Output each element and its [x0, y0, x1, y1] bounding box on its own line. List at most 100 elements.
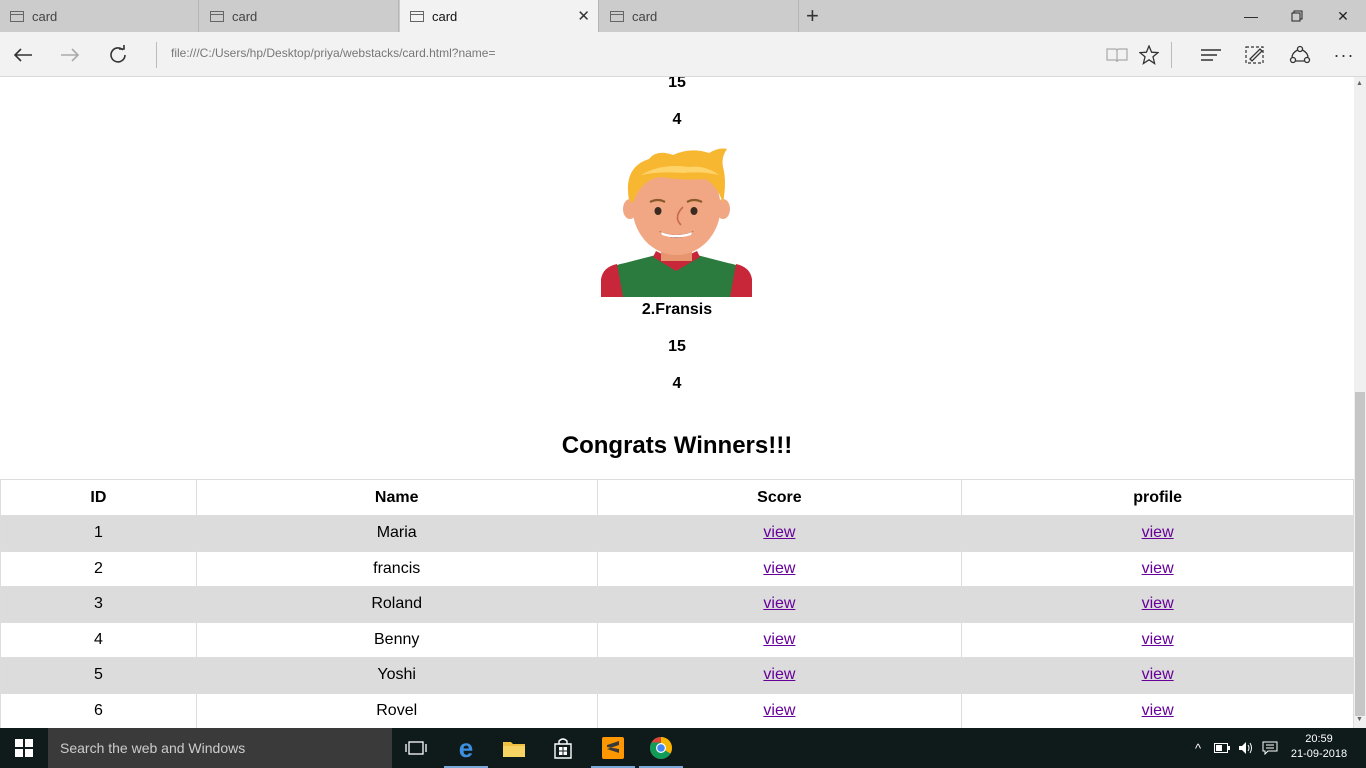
- profile-view-link[interactable]: view: [1142, 702, 1174, 719]
- hub-icon: [1201, 49, 1221, 61]
- cell-profile: view: [961, 621, 1354, 658]
- share-button[interactable]: [1285, 41, 1315, 69]
- scroll-up-arrow-icon[interactable]: ▲: [1356, 80, 1363, 87]
- table-row: 6 Rovel view view: [0, 692, 1354, 728]
- tab-3-active[interactable]: card ✕: [400, 0, 599, 32]
- scrollbar-thumb[interactable]: [1355, 392, 1365, 716]
- cell-id: 6: [0, 692, 197, 728]
- tab-label: card: [632, 8, 658, 24]
- more-icon: ···: [1333, 44, 1355, 65]
- taskbar-store[interactable]: [539, 728, 587, 768]
- cell-id: 5: [0, 657, 197, 694]
- refresh-icon: [110, 45, 126, 63]
- table-header-row: ID Name Score profile: [0, 479, 1354, 516]
- restore-button[interactable]: [1274, 0, 1320, 32]
- more-button[interactable]: ···: [1329, 41, 1359, 69]
- cell-score: view: [596, 621, 963, 658]
- taskbar-search-box[interactable]: Search the web and Windows: [48, 728, 392, 768]
- address-bar[interactable]: file:///C:/Users/hp/Desktop/priya/websta…: [171, 46, 495, 60]
- table-row: 5 Yoshi view view: [0, 657, 1354, 694]
- restore-icon: [1291, 10, 1303, 22]
- cell-id: 4: [0, 621, 197, 658]
- cell-id: 3: [0, 586, 197, 623]
- task-view-button[interactable]: [392, 728, 440, 768]
- taskbar-clock[interactable]: 20:59 21-09-2018: [1285, 732, 1353, 762]
- score-view-link[interactable]: view: [763, 595, 795, 612]
- table-row: 1 Maria view view: [0, 515, 1354, 552]
- volume-icon[interactable]: [1235, 728, 1257, 768]
- page-icon: [210, 10, 224, 22]
- taskbar-chrome[interactable]: [637, 728, 685, 768]
- winners-table: ID Name Score profile 1 Maria view view …: [0, 479, 1354, 728]
- cell-name: Maria: [195, 515, 598, 552]
- cell-name: francis: [195, 550, 598, 587]
- profile-view-link[interactable]: view: [1142, 666, 1174, 683]
- score-view-link[interactable]: view: [763, 631, 795, 648]
- taskbar-sublime-text[interactable]: [589, 728, 637, 768]
- card-rank-above: 4: [672, 111, 682, 128]
- minimize-button[interactable]: —: [1228, 0, 1274, 32]
- table-row: 2 francis view view: [0, 550, 1354, 587]
- scroll-down-arrow-icon[interactable]: ▼: [1356, 716, 1363, 723]
- back-button[interactable]: [8, 40, 38, 70]
- reading-view-button[interactable]: [1102, 41, 1132, 69]
- page-icon: [410, 10, 424, 22]
- action-center-icon[interactable]: [1259, 728, 1281, 768]
- score-view-link[interactable]: view: [763, 666, 795, 683]
- cell-score: view: [596, 515, 963, 552]
- taskbar-file-explorer[interactable]: [490, 728, 538, 768]
- cell-id: 1: [0, 515, 197, 552]
- cell-profile: view: [961, 586, 1354, 623]
- web-note-button[interactable]: [1240, 41, 1270, 69]
- cell-id: 2: [0, 550, 197, 587]
- close-window-button[interactable]: ✕: [1320, 0, 1366, 32]
- cell-score: view: [596, 550, 963, 587]
- task-view-icon: [405, 741, 427, 755]
- tab-bar: card card card ✕ card + — ✕: [0, 0, 1366, 32]
- page-viewport: 15 4 2.Fransis 15 4 Congrats Winners!!! …: [0, 77, 1354, 728]
- new-tab-button[interactable]: +: [806, 4, 819, 28]
- table-row: 4 Benny view view: [0, 621, 1354, 658]
- clock-time: 20:59: [1305, 733, 1333, 745]
- tab-4[interactable]: card: [600, 0, 799, 32]
- forward-button[interactable]: [55, 40, 85, 70]
- profile-view-link[interactable]: view: [1142, 560, 1174, 577]
- folder-icon: [503, 742, 525, 757]
- tab-1[interactable]: card: [0, 0, 199, 32]
- card-name: 2.Fransis: [641, 301, 713, 318]
- start-button[interactable]: [0, 728, 48, 768]
- cell-score: view: [596, 692, 963, 728]
- cell-score: view: [596, 586, 963, 623]
- score-view-link[interactable]: view: [763, 702, 795, 719]
- close-tab-icon[interactable]: ✕: [577, 7, 590, 25]
- show-hidden-icons-chevron-up-icon[interactable]: ^: [1188, 728, 1208, 768]
- tab-2[interactable]: card: [200, 0, 399, 32]
- column-header-score: Score: [596, 479, 963, 516]
- navigation-bar: file:///C:/Users/hp/Desktop/priya/websta…: [0, 32, 1366, 77]
- profile-view-link[interactable]: view: [1142, 595, 1174, 612]
- profile-view-link[interactable]: view: [1142, 524, 1174, 541]
- profile-view-link[interactable]: view: [1142, 631, 1174, 648]
- battery-icon[interactable]: [1211, 728, 1233, 768]
- tab-label: card: [232, 8, 258, 24]
- chrome-icon: [650, 737, 672, 759]
- hub-button[interactable]: [1196, 41, 1226, 69]
- cell-profile: view: [961, 515, 1354, 552]
- taskbar-edge[interactable]: e: [442, 728, 490, 768]
- cell-profile: view: [961, 657, 1354, 694]
- column-header-name: Name: [195, 479, 598, 516]
- favorite-button[interactable]: [1134, 41, 1164, 69]
- column-header-id: ID: [0, 479, 197, 516]
- cell-profile: view: [961, 692, 1354, 728]
- page-icon: [10, 10, 24, 22]
- cell-score: view: [596, 657, 963, 694]
- arrow-left-icon: [13, 48, 32, 62]
- score-view-link[interactable]: view: [763, 524, 795, 541]
- edge-icon: e: [458, 732, 474, 763]
- score-view-link[interactable]: view: [763, 560, 795, 577]
- refresh-button[interactable]: [103, 40, 133, 70]
- page-heading: Congrats Winners!!!: [561, 432, 793, 459]
- arrow-right-icon: [61, 48, 80, 62]
- address-separator: [156, 42, 157, 68]
- card-rank: 4: [672, 375, 682, 392]
